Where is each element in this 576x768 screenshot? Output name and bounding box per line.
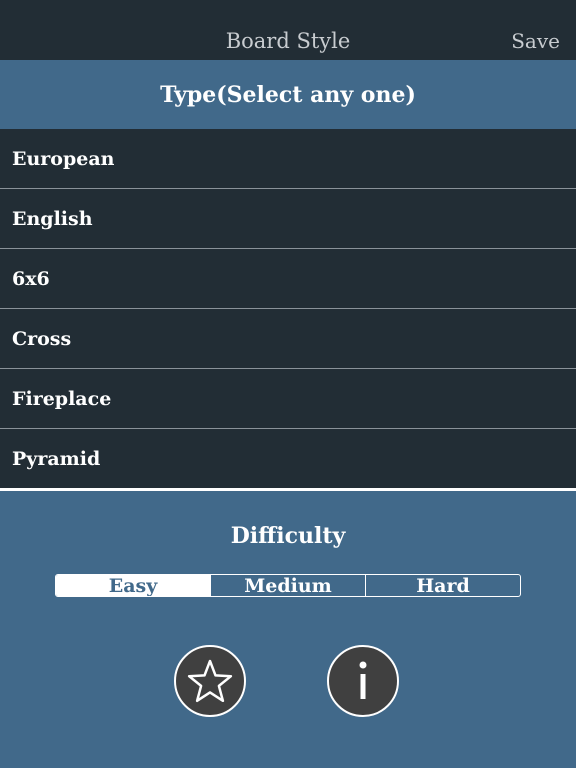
board-type-list: European English 6x6 Cross Fireplace Pyr… [0,129,576,488]
difficulty-segmented-control: Easy Medium Hard [55,574,521,597]
info-button[interactable] [327,645,399,717]
star-button[interactable] [174,645,246,717]
list-item[interactable]: 6x6 [0,249,576,309]
divider [0,488,576,491]
list-item[interactable]: European [0,129,576,189]
list-item[interactable]: Fireplace [0,369,576,429]
list-item[interactable]: Pyramid [0,429,576,488]
save-button[interactable]: Save [511,28,560,54]
difficulty-segment-hard[interactable]: Hard [365,575,520,596]
page-title: Board Style [225,29,351,53]
info-icon [353,659,373,703]
type-section-header: Type(Select any one) [0,60,576,129]
difficulty-label: Difficulty [230,523,346,549]
star-icon [187,658,233,704]
difficulty-segment-easy[interactable]: Easy [56,575,210,596]
navigation-bar: Board Style Save [0,0,576,60]
list-item[interactable]: English [0,189,576,249]
difficulty-segment-medium[interactable]: Medium [210,575,365,596]
list-item[interactable]: Cross [0,309,576,369]
